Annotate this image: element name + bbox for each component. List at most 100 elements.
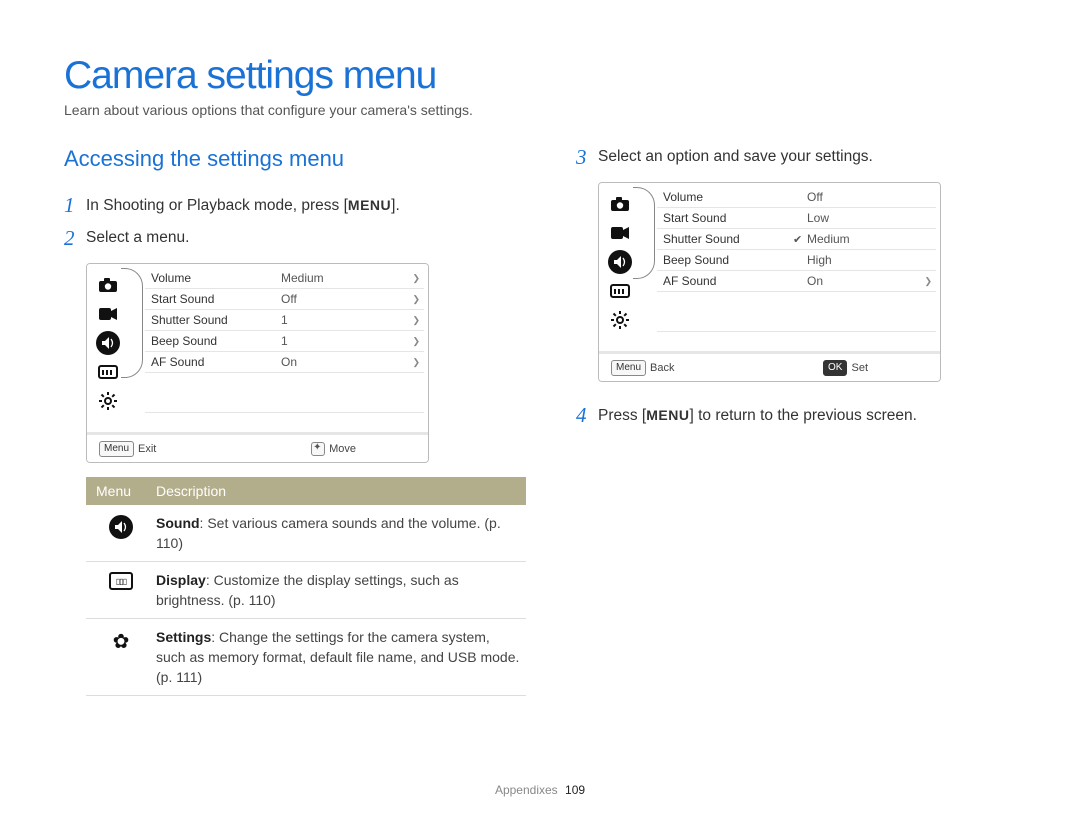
chevron-right-icon: ❯ — [922, 276, 936, 287]
camera-screen-1: Volume Medium ❯ Start Sound Off ❯ Shutte… — [86, 263, 429, 463]
step-4-text-a: Press [ — [598, 407, 646, 424]
menu-row: Shutter Sound ✔ Medium — [657, 229, 936, 250]
row-value: On — [807, 274, 922, 288]
header-menu: Menu — [86, 477, 156, 505]
footer-right: OK Set — [813, 360, 868, 376]
chevron-right-icon: ❯ — [410, 336, 424, 347]
chevron-right-icon: ❯ — [410, 315, 424, 326]
gear-icon: ✿ — [86, 627, 156, 687]
menu-row: Volume Medium ❯ — [145, 268, 424, 289]
row-description: Sound: Set various camera sounds and the… — [156, 513, 526, 553]
row-rest: : Set various camera sounds and the volu… — [156, 515, 501, 551]
screen-body: Volume Off Start Sound Low Shutt — [599, 183, 940, 351]
display-icon — [607, 278, 633, 304]
menu-row: Beep Sound 1 ❯ — [145, 331, 424, 352]
display-icon: ▯▯▯ — [86, 570, 156, 610]
curve-connector — [641, 183, 655, 351]
ok-chip: OK — [823, 360, 847, 376]
gear-icon — [607, 307, 633, 333]
section-heading: Accessing the settings menu — [64, 146, 532, 172]
row-description: Display: Customize the display settings,… — [156, 570, 526, 610]
check-icon: ✔ — [793, 233, 807, 246]
row-value: 1 — [281, 313, 410, 327]
row-value: Off — [807, 190, 922, 204]
row-label: AF Sound — [657, 274, 793, 288]
menu-row-empty — [145, 373, 424, 413]
video-icon — [95, 301, 121, 327]
footer-left: Menu Exit — [89, 441, 156, 457]
table-header: Menu Description — [86, 477, 526, 505]
chevron-right-icon: ❯ — [410, 357, 424, 368]
row-label: Volume — [657, 190, 793, 204]
page-number: 109 — [565, 783, 585, 797]
screen-rows: Volume Medium ❯ Start Sound Off ❯ Shutte… — [143, 264, 428, 432]
columns: Accessing the settings menu 1 In Shootin… — [64, 146, 1016, 696]
sound-icon — [608, 250, 632, 274]
row-label: Beep Sound — [657, 253, 793, 267]
row-value: Medium — [807, 232, 922, 246]
footer-right-text: Set — [851, 362, 868, 374]
right-column: 3 Select an option and save your setting… — [576, 146, 1016, 696]
row-value: Low — [807, 211, 922, 225]
step-3: 3 Select an option and save your setting… — [576, 146, 1016, 168]
step-text: Select an option and save your settings. — [598, 146, 1016, 168]
row-value: 1 — [281, 334, 410, 348]
table-row: Sound: Set various camera sounds and the… — [86, 505, 526, 562]
video-icon — [607, 220, 633, 246]
camera-screen-2: Volume Off Start Sound Low Shutt — [598, 182, 941, 382]
row-rest: : Change the settings for the camera sys… — [156, 629, 519, 685]
row-description: Settings: Change the settings for the ca… — [156, 627, 526, 687]
curve-connector — [129, 264, 143, 432]
screen-rows: Volume Off Start Sound Low Shutt — [655, 183, 940, 351]
row-label: AF Sound — [145, 355, 281, 369]
menu-row: AF Sound On ❯ — [145, 352, 424, 373]
footer-right: Move — [301, 442, 356, 456]
step-text: Select a menu. — [86, 227, 532, 249]
row-value: High — [807, 253, 922, 267]
row-label: Shutter Sound — [657, 232, 793, 246]
display-icon — [95, 359, 121, 385]
chevron-right-icon: ❯ — [410, 273, 424, 284]
header-description: Description — [156, 477, 526, 505]
nav-diamond-icon — [311, 442, 325, 456]
menu-chip: Menu — [99, 441, 134, 457]
row-label: Volume — [145, 271, 281, 285]
gear-icon — [95, 388, 121, 414]
step-text: Press [MENU] to return to the previous s… — [598, 404, 1016, 427]
menu-row: AF Sound On ❯ — [657, 271, 936, 292]
sound-icon — [96, 331, 120, 355]
row-label: Beep Sound — [145, 334, 281, 348]
step-number: 1 — [64, 194, 86, 216]
menu-chip: Menu — [611, 360, 646, 376]
camera-icon — [95, 272, 121, 298]
row-label: Shutter Sound — [145, 313, 281, 327]
step-1: 1 In Shooting or Playback mode, press [M… — [64, 194, 532, 217]
left-column: Accessing the settings menu 1 In Shootin… — [64, 146, 532, 696]
description-table: Menu Description Sound: Set various came… — [86, 477, 526, 696]
menu-row-empty — [657, 292, 936, 332]
page-title: Camera settings menu — [64, 54, 1016, 98]
step-number: 2 — [64, 227, 86, 249]
page: Camera settings menu Learn about various… — [0, 0, 1080, 815]
screen-footer: Menu Back OK Set — [599, 351, 940, 381]
step-2: 2 Select a menu. — [64, 227, 532, 249]
menu-key-label: MENU — [646, 404, 689, 426]
step-number: 3 — [576, 146, 598, 168]
footer-right-text: Move — [329, 443, 356, 455]
chevron-right-icon: ❯ — [410, 294, 424, 305]
menu-row: Volume Off — [657, 187, 936, 208]
step-1-text-a: In Shooting or Playback mode, press [ — [86, 197, 348, 214]
menu-key-label: MENU — [348, 194, 391, 216]
row-value: On — [281, 355, 410, 369]
menu-row: Start Sound Off ❯ — [145, 289, 424, 310]
page-footer: Appendixes 109 — [0, 783, 1080, 797]
step-4-text-b: ] to return to the previous screen. — [689, 407, 916, 424]
footer-section: Appendixes — [495, 783, 558, 797]
step-4: 4 Press [MENU] to return to the previous… — [576, 404, 1016, 427]
row-value: Medium — [281, 271, 410, 285]
row-value: Off — [281, 292, 410, 306]
step-1-text-b: ]. — [391, 197, 400, 214]
screen-footer: Menu Exit Move — [87, 432, 428, 462]
menu-row: Start Sound Low — [657, 208, 936, 229]
row-label: Start Sound — [657, 211, 793, 225]
